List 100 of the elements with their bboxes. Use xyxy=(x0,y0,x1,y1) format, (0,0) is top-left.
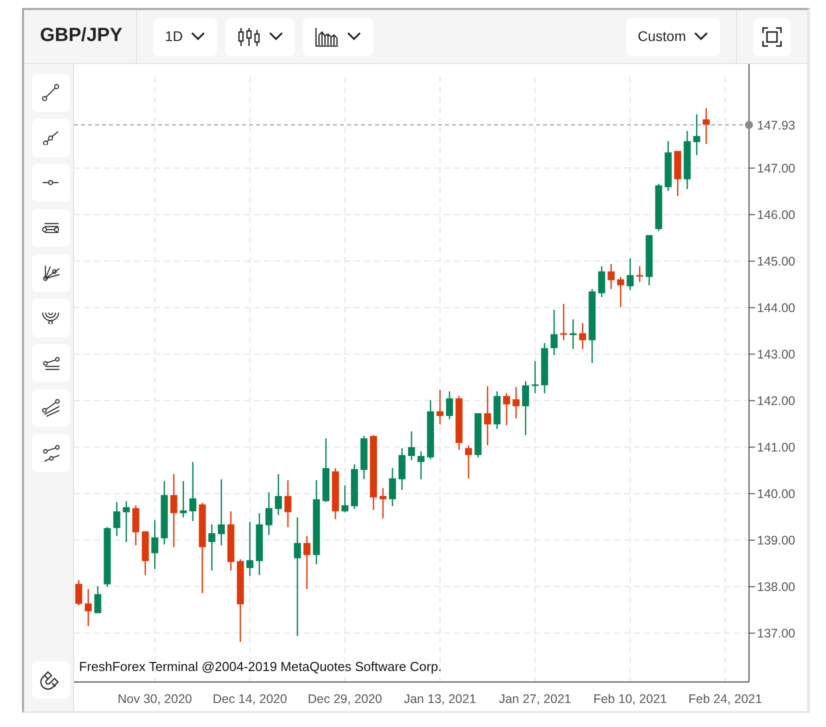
candlestick xyxy=(160,481,168,544)
candlestick xyxy=(218,479,225,546)
candlestick xyxy=(341,485,348,512)
tick-mark xyxy=(748,354,756,355)
parallel-lines-icon xyxy=(42,222,60,234)
channel-tool-button[interactable] xyxy=(32,209,70,247)
candlestick xyxy=(408,431,415,460)
candlestick xyxy=(322,438,330,502)
y-axis-label: 141.00 xyxy=(757,440,796,455)
y-axis-label: 138.00 xyxy=(757,580,796,594)
line-segment-icon xyxy=(42,84,60,102)
y-axis-label: 143.00 xyxy=(757,348,796,362)
candlestick xyxy=(180,481,187,518)
candlestick xyxy=(693,114,700,156)
candlestick xyxy=(142,531,149,576)
copyright-text: FreshForex Terminal @2004-2019 MetaQuotes Software Corp. xyxy=(79,659,442,674)
indicators-dropdown[interactable] xyxy=(302,18,373,56)
candlestick xyxy=(636,266,644,282)
y-axis-label: 144.00 xyxy=(757,301,796,316)
candlestick xyxy=(113,502,120,536)
x-axis-label: Feb 10, 2021 xyxy=(593,692,667,706)
x-axis-label: Feb 24, 2021 xyxy=(688,692,762,706)
tick-mark xyxy=(748,260,756,262)
candlestick xyxy=(550,310,558,356)
candlestick xyxy=(151,520,158,569)
y-axis-label: 140.00 xyxy=(757,487,796,502)
chevron-down-icon xyxy=(346,32,361,41)
fullscreen-button[interactable] xyxy=(753,18,791,56)
magnet-button[interactable] xyxy=(32,661,70,699)
candlestick xyxy=(398,448,406,490)
price-marker-dot xyxy=(745,120,753,129)
candlestick xyxy=(189,462,196,522)
y-axis-label: 146.00 xyxy=(757,208,796,222)
candlestick xyxy=(646,235,653,286)
tick-mark xyxy=(748,307,756,308)
two-segments-icon xyxy=(42,444,60,462)
tick-mark xyxy=(748,540,756,541)
bar-chart-icon xyxy=(314,26,339,46)
candlestick xyxy=(388,468,396,506)
tick-mark xyxy=(748,214,756,216)
candlestick xyxy=(227,511,234,570)
candlestick xyxy=(303,536,310,589)
candlestick xyxy=(122,501,130,542)
candlestick-icon xyxy=(236,26,261,46)
timeframe-dropdown[interactable]: 1D xyxy=(153,18,217,56)
candlestick xyxy=(626,258,634,290)
tick-mark xyxy=(748,493,756,494)
tick-mark xyxy=(748,400,756,402)
arc-tool-button[interactable] xyxy=(32,299,70,337)
chevron-down-icon xyxy=(190,32,205,41)
tick-mark xyxy=(748,446,756,448)
candlestick xyxy=(598,266,606,297)
candlestick xyxy=(512,387,520,418)
chevron-down-icon xyxy=(268,32,283,41)
candlestick xyxy=(456,396,463,450)
fan-lines-icon xyxy=(42,265,60,281)
chart-type-dropdown[interactable] xyxy=(224,18,295,56)
levels-tool-button[interactable] xyxy=(32,344,70,382)
x-axis-label: Nov 30, 2020 xyxy=(118,692,192,706)
candlestick xyxy=(522,381,530,436)
current-price-label: 147.93 xyxy=(757,118,796,132)
candlestick xyxy=(350,464,358,509)
line-tool-button[interactable] xyxy=(32,74,70,112)
candlestick xyxy=(608,264,615,290)
candlestick xyxy=(208,524,216,570)
candlestick xyxy=(494,391,501,430)
x-axis-label: Dec 29, 2020 xyxy=(308,692,382,706)
y-axis-label: 145.00 xyxy=(757,254,796,269)
candlestick xyxy=(332,468,339,520)
tick-mark xyxy=(748,632,756,634)
ray-tool-button[interactable] xyxy=(32,119,70,157)
candlestick xyxy=(84,589,92,626)
level-lines-icon xyxy=(42,356,60,370)
candlestick xyxy=(570,319,577,350)
candlestick xyxy=(674,150,682,196)
tick-mark xyxy=(748,586,756,588)
candlestick xyxy=(379,488,386,518)
range-dropdown[interactable]: Custom xyxy=(626,18,720,56)
candlestick xyxy=(532,361,539,394)
candlestick xyxy=(256,513,263,576)
pitchfork-tool-button[interactable] xyxy=(32,389,70,427)
candlestick xyxy=(246,522,254,576)
candlestick xyxy=(702,108,710,144)
candlestick xyxy=(94,586,102,614)
candlestick xyxy=(664,141,672,191)
fan-tool-button[interactable] xyxy=(32,254,70,292)
x-axis-label: Dec 14, 2020 xyxy=(212,692,288,706)
cycle-tool-button[interactable] xyxy=(32,434,70,472)
candlestick xyxy=(104,527,111,587)
candlestick xyxy=(474,413,482,458)
candlestick xyxy=(655,184,662,231)
candlestick xyxy=(684,130,691,190)
candlestick xyxy=(427,400,434,460)
candlestick xyxy=(541,343,548,394)
candlestick xyxy=(274,474,282,516)
candlestick xyxy=(579,323,586,350)
y-axis-label: 142.00 xyxy=(757,394,796,408)
candlestick xyxy=(265,492,272,536)
candlestick xyxy=(360,436,368,480)
y-axis-label: 139.00 xyxy=(757,534,796,548)
